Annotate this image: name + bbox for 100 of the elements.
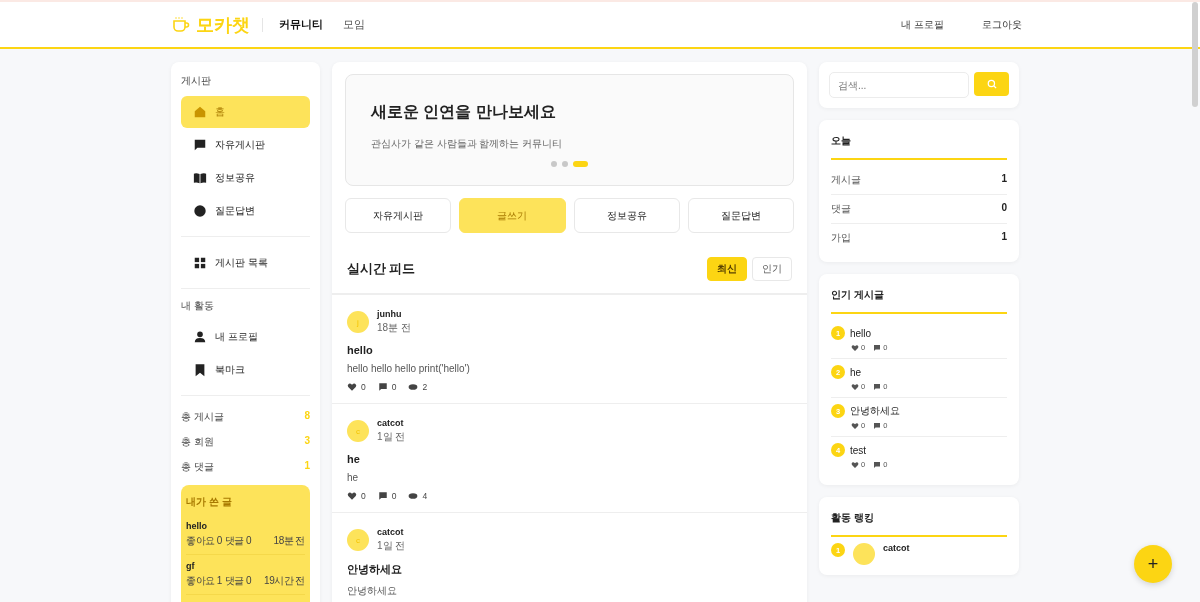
post-title[interactable]: gf: [186, 561, 305, 571]
like-count: 0: [361, 382, 366, 392]
stat-value: 1: [1001, 231, 1007, 244]
scrollbar[interactable]: [1192, 2, 1198, 107]
sort-button[interactable]: 최신: [707, 257, 747, 281]
sort-button[interactable]: 인기: [752, 257, 792, 281]
card-title: 내가 쓴 글: [186, 495, 233, 509]
grid-icon: [193, 256, 207, 270]
stat-label: 게시글: [831, 173, 861, 187]
heart-icon: [851, 421, 859, 430]
comment-count: 댓글 0: [224, 574, 252, 588]
section-title: 내 활동: [181, 299, 215, 313]
post-body: he: [347, 472, 360, 483]
person-icon: [193, 330, 207, 344]
author-name: catcot: [377, 418, 405, 428]
quick-button[interactable]: 자유게시판: [345, 198, 452, 233]
post-time: 18분 전: [273, 534, 305, 548]
bookmark-icon: [193, 363, 207, 377]
post-title[interactable]: he: [850, 366, 862, 378]
quick-button[interactable]: 정보공유: [573, 198, 680, 233]
post-time: 1일 전: [377, 539, 406, 553]
stat-value: 3: [304, 435, 310, 448]
coffee-cup-icon: [172, 15, 190, 34]
header-link[interactable]: 내 프로필: [895, 16, 950, 33]
comment-icon: [377, 491, 388, 501]
nav-link[interactable]: 모임: [343, 17, 365, 32]
card-title: 오늘: [831, 132, 1007, 160]
like-count: 0: [361, 491, 366, 501]
comment-icon: [377, 382, 388, 392]
post-body: hello hello hello print('hello'): [347, 363, 471, 374]
stat-label: 가입: [831, 231, 851, 245]
stat-value: 0: [1001, 202, 1007, 215]
post-title[interactable]: hello: [186, 521, 305, 531]
card-title: 활동 랭킹: [831, 509, 1007, 537]
eye-icon: [408, 382, 419, 392]
view-count: 2: [422, 382, 428, 392]
sidebar-item[interactable]: 질문답변: [181, 195, 310, 227]
heart-icon: [851, 382, 859, 391]
post-title[interactable]: hello: [850, 327, 872, 339]
post-title[interactable]: 안녕하세요: [850, 404, 900, 418]
banner-subtitle: 관심사가 같은 사람들과 함께하는 커뮤니티: [371, 136, 564, 151]
home-icon: [193, 105, 207, 119]
nav-link[interactable]: 커뮤니티: [279, 17, 323, 32]
user-name: catcot: [883, 543, 910, 553]
search-button[interactable]: [974, 72, 1009, 96]
heart-icon: [347, 382, 357, 392]
sidebar-item[interactable]: 정보공유: [181, 162, 310, 194]
sidebar-item[interactable]: 게시판 목록: [181, 247, 310, 279]
post-time: 1일 전: [377, 430, 406, 444]
book-icon: [193, 171, 207, 185]
search-field[interactable]: 검색...: [829, 72, 969, 98]
eye-icon: [408, 491, 419, 501]
like-count: 좋아요 0: [186, 534, 222, 548]
search-icon: [986, 79, 997, 89]
avatar: j: [347, 311, 369, 333]
carousel-dot[interactable]: [551, 160, 557, 167]
avatar: c: [347, 420, 369, 442]
stat-value: 8: [304, 410, 310, 423]
sidebar-item[interactable]: 북마크: [181, 354, 310, 386]
view-count: 4: [422, 491, 428, 501]
comment-count: 댓글 0: [224, 534, 252, 548]
circle-icon: [193, 204, 207, 218]
sidebar-item[interactable]: 자유게시판: [181, 129, 310, 161]
heart-icon: [347, 491, 357, 501]
comment-icon: [873, 343, 882, 352]
stat-label: 댓글: [831, 202, 851, 216]
post-title[interactable]: test: [850, 444, 867, 456]
card-title: 인기 게시글: [831, 286, 1007, 314]
post-time: 19시간 전: [264, 574, 305, 588]
section-title: 게시판: [181, 74, 212, 88]
stat-label: 총 댓글: [181, 460, 214, 474]
comment-icon: [873, 460, 882, 469]
post-time: 18분 전: [377, 321, 411, 335]
author-name: catcot: [377, 527, 405, 537]
author-name: junhu: [377, 309, 403, 319]
sidebar-item[interactable]: 내 프로필: [181, 321, 310, 353]
comment-count: 0: [391, 382, 397, 392]
feed-title: 실시간 피드: [347, 260, 416, 278]
header-link[interactable]: 로그아웃: [976, 16, 1028, 33]
avatar: c: [347, 529, 369, 551]
comment-count: 0: [391, 491, 397, 501]
heart-icon: [851, 460, 859, 469]
comment-icon: [873, 421, 882, 430]
add-button[interactable]: +: [1134, 545, 1172, 583]
comment-icon: [873, 382, 882, 391]
post-title[interactable]: he: [347, 453, 792, 465]
avatar: [853, 543, 875, 565]
post-title[interactable]: hello: [347, 344, 792, 356]
post-title[interactable]: 안녕하세요: [347, 562, 792, 577]
carousel-dot[interactable]: [562, 160, 568, 167]
banner-title: 새로운 인연을 만나보세요: [371, 101, 557, 122]
quick-button[interactable]: 질문답변: [687, 198, 794, 233]
stat-label: 총 게시글: [181, 410, 224, 424]
stat-value: 1: [1001, 173, 1007, 186]
post-body: 안녕하세요: [347, 584, 398, 598]
stat-label: 총 회원: [181, 435, 214, 449]
stat-value: 1: [304, 460, 310, 473]
chat-bubble-icon: [193, 138, 207, 152]
heart-icon: [851, 343, 859, 352]
like-count: 좋아요 1: [186, 574, 222, 588]
